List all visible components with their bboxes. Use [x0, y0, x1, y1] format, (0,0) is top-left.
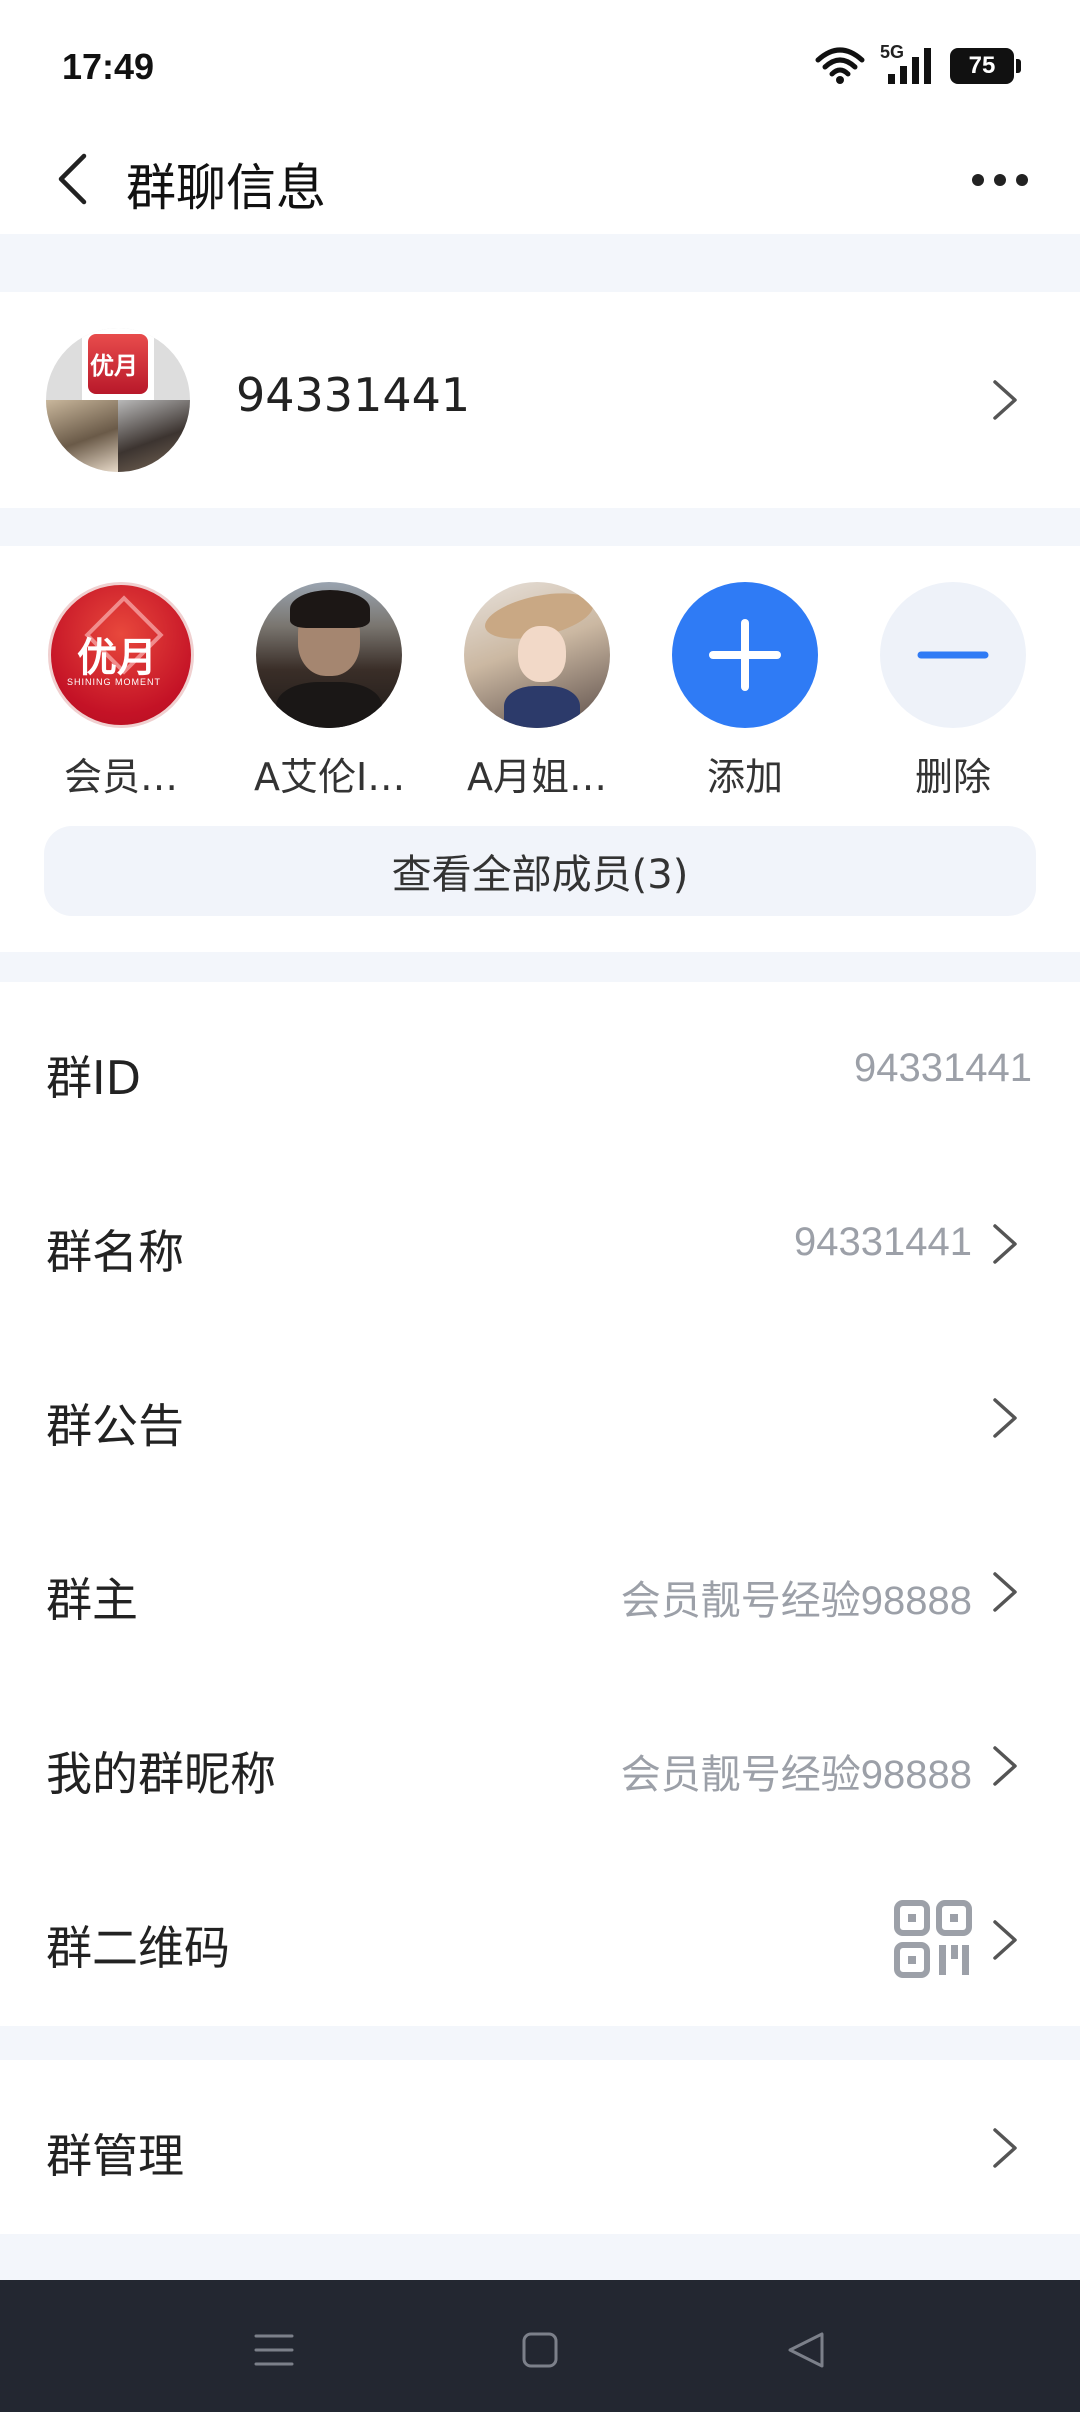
group-owner-label: 群主 [46, 1573, 138, 1627]
member-item[interactable]: A艾伦I… [254, 582, 406, 801]
my-group-nickname-label: 我的群昵称 [46, 1747, 276, 1801]
group-manage-label: 群管理 [46, 2129, 184, 2183]
group-header-row[interactable]: 优月 94331441 [0, 292, 1080, 508]
nav-back-button[interactable] [776, 2320, 836, 2380]
status-bar: 17:49 5G 75 [0, 0, 1080, 130]
back-arrow-icon [58, 153, 87, 205]
member-item[interactable]: 优月 SHINING MOMENT 会员… [46, 582, 196, 801]
status-icons: 5G 75 [814, 42, 1021, 86]
member-name: 会员… [63, 755, 178, 799]
remove-member-label: 删除 [914, 755, 991, 799]
group-notice-label: 群公告 [46, 1399, 184, 1453]
home-square-icon [522, 2332, 558, 2368]
chevron-right-icon [993, 1572, 1017, 1612]
group-qr-code-label: 群二维码 [46, 1921, 230, 1975]
settings-list: 群ID 94331441 群名称 94331441 群公告 群主 会员靓号经验9… [0, 982, 1080, 2026]
signal-icon: 5G [880, 42, 936, 86]
group-name-value: 94331441 [794, 1220, 972, 1264]
group-name-label: 群名称 [46, 1225, 184, 1279]
back-button[interactable] [42, 144, 102, 214]
group-manage-row[interactable]: 群管理 [0, 2060, 1080, 2234]
logo-subtext: SHINING MOMENT [67, 677, 161, 687]
battery-icon: 75 [950, 48, 1021, 84]
chevron-right-icon [993, 1398, 1017, 1438]
chevron-right-icon [993, 380, 1017, 420]
member-name: A月姐… [467, 755, 607, 799]
nav-bar: 群聊信息 [0, 130, 1080, 234]
remove-member-button[interactable]: 删除 [878, 582, 1028, 801]
page-title: 群聊信息 [126, 159, 326, 217]
qr-code-icon [894, 1900, 972, 1978]
girl-hat-avatar [464, 582, 610, 728]
group-avatar-member-2 [118, 400, 190, 472]
wifi-icon [815, 47, 865, 84]
anime-man-avatar [256, 582, 402, 728]
add-member-button[interactable]: 添加 [670, 582, 820, 801]
member-item[interactable]: A月姐… [462, 582, 612, 801]
group-id-label: 群ID [46, 1051, 141, 1105]
menu-button[interactable] [244, 2320, 304, 2380]
members-section: 优月 SHINING MOMENT 会员… A艾伦I… A月姐… 添加 删除 查… [0, 546, 1080, 952]
minus-icon [917, 651, 989, 659]
add-member-label: 添加 [706, 755, 783, 799]
group-qr-code-row[interactable]: 群二维码 [0, 1852, 1080, 2026]
group-avatar: 优月 [46, 328, 190, 472]
home-button[interactable] [510, 2320, 570, 2380]
chevron-right-icon [993, 2128, 1017, 2168]
chevron-right-icon [993, 1224, 1017, 1264]
group-owner-row[interactable]: 群主 会员靓号经验98888 [0, 1504, 1080, 1678]
group-avatar-logo-text: 优月 [90, 352, 138, 380]
my-group-nickname-row[interactable]: 我的群昵称 会员靓号经验98888 [0, 1678, 1080, 1852]
more-button[interactable] [960, 150, 1040, 210]
more-dot-icon [1016, 174, 1028, 186]
group-id-value: 94331441 [854, 1046, 1032, 1090]
member-name: A艾伦I… [254, 755, 406, 799]
group-name: 94331441 [236, 368, 471, 422]
group-notice-row[interactable]: 群公告 [0, 1330, 1080, 1504]
group-id-row[interactable]: 群ID 94331441 [0, 982, 1080, 1156]
chevron-right-icon [993, 1920, 1017, 1960]
youyue-logo-avatar: 优月 SHINING MOMENT [48, 582, 194, 728]
plus-icon [709, 619, 781, 691]
more-dot-icon [972, 174, 984, 186]
add-avatar [672, 582, 818, 728]
chevron-right-icon [993, 1746, 1017, 1786]
group-owner-value: 会员靓号经验98888 [620, 1579, 972, 1623]
group-avatar-member-1 [46, 400, 118, 472]
remove-avatar [880, 582, 1026, 728]
group-name-row[interactable]: 群名称 94331441 [0, 1156, 1080, 1330]
system-nav-bar [0, 2280, 1080, 2412]
logo-text: 优月 [77, 635, 157, 681]
more-dot-icon [994, 174, 1006, 186]
view-all-members-button[interactable]: 查看全部成员(3) [44, 826, 1036, 916]
back-triangle-icon [788, 2332, 824, 2368]
menu-icon [254, 2334, 294, 2366]
my-group-nickname-value: 会员靓号经验98888 [620, 1753, 972, 1797]
status-time: 17:49 [62, 46, 155, 87]
